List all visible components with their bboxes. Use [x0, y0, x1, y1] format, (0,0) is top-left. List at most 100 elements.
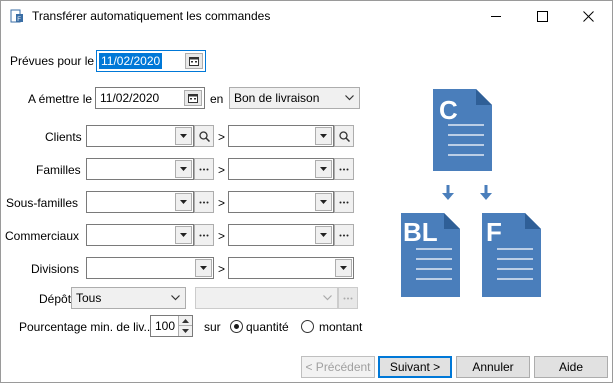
- filter-label-clients: Clients: [45, 130, 82, 144]
- doc-bl-icon: BL: [401, 213, 460, 297]
- filter-to-sous-familles[interactable]: [228, 191, 334, 213]
- maximize-button[interactable]: [519, 1, 565, 32]
- range-separator: >: [218, 262, 226, 276]
- en-label: en: [210, 92, 224, 106]
- filter-to-dropdown-button[interactable]: [335, 259, 352, 277]
- filter-to-dropdown-button[interactable]: [315, 193, 332, 211]
- doc-type-value: Bon de livraison: [234, 91, 320, 105]
- doc-bl-letter: BL: [403, 217, 438, 247]
- chevron-down-icon: [345, 95, 354, 101]
- emettre-date-field[interactable]: 11/02/2020: [95, 87, 205, 109]
- filter-from-search-button[interactable]: [194, 125, 214, 147]
- cancel-button[interactable]: Annuler: [456, 356, 530, 378]
- help-button[interactable]: Aide: [534, 356, 608, 378]
- range-separator: >: [218, 229, 226, 243]
- filter-to-familles[interactable]: [228, 158, 334, 180]
- filter-to-more-button[interactable]: [334, 224, 354, 246]
- filter-from-dropdown-button[interactable]: [175, 160, 192, 178]
- range-separator: >: [218, 163, 226, 177]
- filter-to-dropdown-button[interactable]: [315, 226, 332, 244]
- filter-to-search-button[interactable]: [334, 125, 354, 147]
- depots-second-select[interactable]: [195, 287, 338, 309]
- prevues-calendar-button[interactable]: [185, 53, 203, 69]
- more-icon: [339, 234, 349, 236]
- close-button[interactable]: [565, 1, 611, 32]
- dropdown-arrow-icon: [320, 233, 327, 237]
- spin-up-button[interactable]: [179, 316, 192, 326]
- search-icon: [198, 130, 210, 142]
- maximize-icon: [536, 11, 548, 22]
- next-button[interactable]: Suivant >: [378, 356, 452, 378]
- filter-to-more-button[interactable]: [334, 158, 354, 180]
- spin-down-button[interactable]: [179, 326, 192, 336]
- filter-from-commerciaux[interactable]: [86, 224, 194, 246]
- filter-from-dropdown-button[interactable]: [175, 193, 192, 211]
- close-icon: [582, 11, 594, 22]
- filter-to-dropdown-button[interactable]: [315, 160, 332, 178]
- more-icon: [339, 168, 349, 170]
- search-icon: [338, 130, 350, 142]
- spinner-buttons: [178, 316, 192, 336]
- depots-select[interactable]: Tous: [71, 287, 186, 309]
- minimize-button[interactable]: [473, 1, 519, 32]
- prevues-date-field[interactable]: 11/02/2020: [96, 50, 206, 72]
- dropdown-arrow-icon: [180, 200, 187, 204]
- filter-from-dropdown-button[interactable]: [195, 259, 212, 277]
- filter-from-dropdown-button[interactable]: [175, 127, 192, 145]
- filter-to-commerciaux[interactable]: [228, 224, 334, 246]
- doc-f-letter: F: [486, 217, 502, 247]
- emettre-date-value: 11/02/2020: [100, 91, 160, 105]
- prevues-date-value: 11/02/2020: [99, 53, 163, 69]
- pourcentage-label: Pourcentage min. de liv...: [19, 320, 154, 334]
- radio-montant-label[interactable]: montant: [319, 320, 362, 334]
- dropdown-arrow-icon: [180, 167, 187, 171]
- filter-from-sous-familles[interactable]: [86, 191, 194, 213]
- dropdown-arrow-icon: [180, 233, 187, 237]
- filter-from-dropdown-button[interactable]: [175, 226, 192, 244]
- previous-button[interactable]: < Précédent: [301, 356, 375, 378]
- dialog-window: F Transférer automatiquement les command…: [0, 0, 613, 383]
- emettre-calendar-button[interactable]: [184, 90, 202, 106]
- pourcentage-value: 100: [155, 319, 176, 333]
- filter-to-dropdown-button[interactable]: [315, 127, 332, 145]
- dropdown-arrow-icon: [320, 167, 327, 171]
- doc-type-select[interactable]: Bon de livraison: [229, 87, 360, 109]
- title-bar: F Transférer automatiquement les command…: [1, 1, 612, 32]
- filter-from-clients[interactable]: [86, 125, 194, 147]
- filter-to-clients[interactable]: [228, 125, 334, 147]
- arrow-down-icon: [480, 185, 492, 200]
- filter-from-more-button[interactable]: [194, 191, 214, 213]
- filter-label-sous-familles: Sous-familles: [6, 196, 79, 210]
- filter-to-divisions[interactable]: [228, 257, 354, 279]
- dropdown-arrow-icon: [200, 266, 207, 270]
- calendar-icon: [188, 94, 198, 103]
- dropdown-arrow-icon: [180, 134, 187, 138]
- filter-from-familles[interactable]: [86, 158, 194, 180]
- doc-f-icon: F: [482, 213, 541, 297]
- more-icon: [199, 168, 209, 170]
- radio-quantite[interactable]: [230, 320, 243, 333]
- range-separator: >: [218, 196, 226, 210]
- depots-value: Tous: [76, 291, 102, 305]
- prevues-label: Prévues pour le: [10, 54, 95, 68]
- app-icon: F: [10, 9, 23, 23]
- filter-from-more-button[interactable]: [194, 158, 214, 180]
- range-separator: >: [218, 130, 226, 144]
- spin-up-icon: [182, 318, 189, 323]
- chevron-down-icon: [323, 295, 332, 301]
- filter-label-familles: Familles: [36, 163, 81, 177]
- radio-quantite-label[interactable]: quantité: [246, 320, 289, 334]
- doc-c-icon: C: [433, 89, 492, 171]
- window-title: Transférer automatiquement les commandes: [32, 9, 271, 23]
- more-icon: [199, 201, 209, 203]
- filter-from-more-button[interactable]: [194, 224, 214, 246]
- calendar-icon: [189, 57, 199, 66]
- chevron-down-icon: [171, 295, 180, 301]
- filter-from-divisions[interactable]: [86, 257, 214, 279]
- more-icon: [199, 234, 209, 236]
- doc-c-letter: C: [439, 95, 458, 125]
- filter-to-more-button[interactable]: [334, 191, 354, 213]
- depots-more-button[interactable]: [338, 287, 358, 309]
- radio-montant[interactable]: [301, 320, 314, 333]
- pourcentage-spinner[interactable]: 100: [150, 315, 193, 337]
